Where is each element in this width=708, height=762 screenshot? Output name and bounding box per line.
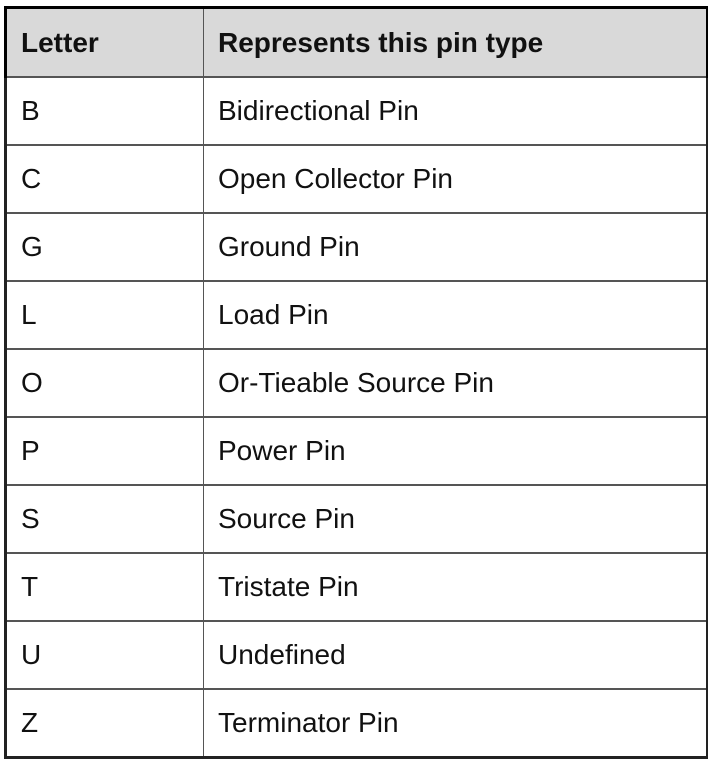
letter-cell: U: [4, 621, 204, 690]
header-letter: Letter: [4, 6, 204, 78]
table-row: P Power Pin: [4, 417, 708, 486]
pin-type-cell: Open Collector Pin: [203, 145, 708, 214]
table-header-row: Letter Represents this pin type: [4, 6, 708, 78]
pin-type-cell: Tristate Pin: [203, 553, 708, 622]
pin-type-cell: Ground Pin: [203, 213, 708, 282]
header-pin-type: Represents this pin type: [203, 6, 708, 78]
letter-cell: P: [4, 417, 204, 486]
letter-cell: G: [4, 213, 204, 282]
pin-type-cell: Source Pin: [203, 485, 708, 554]
table-row: S Source Pin: [4, 485, 708, 554]
table-row: G Ground Pin: [4, 213, 708, 282]
pin-type-cell: Or-Tieable Source Pin: [203, 349, 708, 418]
pin-type-cell: Terminator Pin: [203, 689, 708, 759]
letter-cell: C: [4, 145, 204, 214]
table-row: Z Terminator Pin: [4, 689, 708, 759]
table-row: U Undefined: [4, 621, 708, 690]
table-row: L Load Pin: [4, 281, 708, 350]
pin-type-cell: Undefined: [203, 621, 708, 690]
table-row: O Or-Tieable Source Pin: [4, 349, 708, 418]
letter-cell: L: [4, 281, 204, 350]
pin-type-table-container: Letter Represents this pin type B Bidire…: [4, 6, 708, 759]
letter-cell: O: [4, 349, 204, 418]
letter-cell: Z: [4, 689, 204, 759]
letter-cell: T: [4, 553, 204, 622]
pin-type-cell: Bidirectional Pin: [203, 77, 708, 146]
pin-type-cell: Load Pin: [203, 281, 708, 350]
table-row: B Bidirectional Pin: [4, 77, 708, 146]
table-row: T Tristate Pin: [4, 553, 708, 622]
letter-cell: B: [4, 77, 204, 146]
letter-cell: S: [4, 485, 204, 554]
pin-type-cell: Power Pin: [203, 417, 708, 486]
table-row: C Open Collector Pin: [4, 145, 708, 214]
pin-type-table: Letter Represents this pin type B Bidire…: [4, 6, 708, 759]
